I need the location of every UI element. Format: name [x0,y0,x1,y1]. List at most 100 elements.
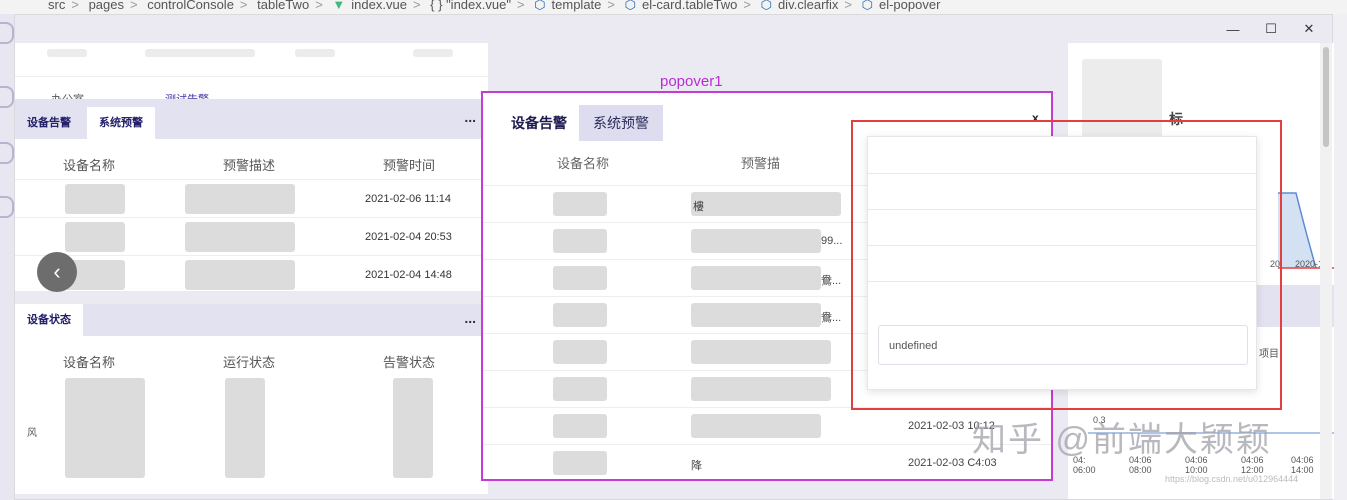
table-row[interactable]: 2021-02-03 10:12 [483,407,1051,444]
blurred-cell [691,377,831,401]
cube-icon: ⬡ [534,0,546,12]
breadcrumb-item[interactable]: template [552,0,602,12]
table-row[interactable]: 2021-02-04 20:53 [15,217,488,255]
column-header: 预警描 [741,156,781,171]
blurred-cell [145,49,255,57]
blurred-cell [295,49,335,57]
cell-time: 2021-02-06 11:14 [365,193,452,205]
maximize-button[interactable]: ☐ [1252,17,1290,41]
minimize-button[interactable]: — [1214,17,1252,41]
scrollbar-thumb[interactable] [1323,47,1329,147]
blurred-column [225,378,265,478]
vertical-scrollbar[interactable] [1320,43,1332,499]
column-header: 运行状态 [223,355,276,370]
table-row[interactable] [15,43,488,77]
time-tick-label: 04:06 14:00 [1291,455,1314,475]
search-icon[interactable] [0,22,14,44]
blurred-cell [553,192,607,216]
blurred-cell [553,303,607,327]
breadcrumb-separator: > [412,0,421,12]
blurred-cell [413,49,453,57]
extensions-icon[interactable] [0,196,14,218]
table-row[interactable]: 2021-02-06 11:14 [15,179,488,217]
blurred-cell [691,414,821,438]
blurred-cell [185,184,295,214]
column-header: 设备名称 [63,158,116,173]
source-control-icon[interactable] [0,86,14,108]
card-header: 设备告警 系统预警 ... [15,99,488,139]
tab-device-status[interactable]: 设备状态 [15,304,83,336]
table-header: 设备名称 运行状态 告警状态 [15,342,488,378]
cell-device-prefix: 风 [27,428,37,439]
run-debug-icon[interactable] [0,142,14,164]
cell-desc: 樓 [693,201,704,213]
breadcrumb-item[interactable]: { } "index.vue" [430,0,511,12]
column-header: 设备名称 [63,355,116,370]
cube-icon: ⬡ [624,0,636,12]
cell-desc: 鴦... [821,275,842,287]
highlight-box [851,120,1282,410]
cell-desc: 鴦... [821,312,842,324]
tab-device-alarm[interactable]: 设备告警 [497,105,581,141]
tab-system-warning[interactable]: 系统预警 [87,107,155,139]
vue-file-icon: ▼ [332,0,346,12]
card-header: 设备状态 ... [15,304,488,336]
breadcrumb-item[interactable]: pages [89,0,124,12]
breadcrumb-separator: > [315,0,323,12]
chevron-left-icon: ‹ [53,259,61,284]
close-window-button[interactable]: ✕ [1290,17,1328,41]
activity-bar [0,14,14,500]
more-button[interactable]: ... [464,310,476,326]
blurred-cell [553,414,607,438]
table-row[interactable]: 2021-02-04 14:48 [15,255,488,293]
breadcrumb-item[interactable]: el-card.tableTwo [642,0,737,12]
cell-time: 2021-02-04 14:48 [365,269,452,281]
column-header: 预警描述 [223,158,276,173]
blurred-cell [185,260,295,290]
breadcrumb-item[interactable]: tableTwo [257,0,309,12]
breadcrumb-separator: > [516,0,525,12]
blurred-column [393,378,433,478]
blurred-cell [691,340,831,364]
blurred-cell [553,340,607,364]
breadcrumb-item[interactable]: controlConsole [147,0,234,12]
breadcrumb-separator: > [844,0,852,12]
blurred-cell [691,229,821,253]
blurred-cell [691,192,841,216]
chart-area [1278,193,1316,268]
blurred-cell [47,49,87,57]
watermark: 知乎 @前端大颖颖 [972,421,1272,459]
blurred-cell [553,229,607,253]
blurred-cell [65,222,125,252]
blurred-cell [553,377,607,401]
breadcrumb-separator: > [129,0,138,12]
cell-time: 2021-02-04 20:53 [365,231,452,243]
breadcrumb-separator: > [743,0,751,12]
carousel-prev-button[interactable]: ‹ [37,252,77,292]
popover-annotation-label: popover1 [660,73,723,90]
blurred-column [65,378,145,478]
tab-device-alarm[interactable]: 设备告警 [15,107,83,139]
table-row[interactable]: 降 2021-02-03 C4:03 [483,444,1051,481]
more-button[interactable]: ... [464,109,476,125]
device-status-card: 设备状态 ... 设备名称 运行状态 告警状态 风 [15,304,488,494]
breadcrumb-separator: > [71,0,79,12]
window-controls: — ☐ ✕ [1214,17,1328,41]
breadcrumb-item[interactable]: el-popover [879,0,940,12]
cell-desc: 降 [691,460,702,472]
column-header: 告警状态 [383,355,436,370]
table-header: 设备名称 预警描述 预警时间 [15,145,488,181]
watermark-url: https://blog.csdn.net/u012964444 [1165,474,1299,484]
breadcrumb-item[interactable]: index.vue [351,0,407,12]
breadcrumb-item[interactable]: src [48,0,65,12]
breadcrumb-separator: > [239,0,248,12]
breadcrumb-separator: > [607,0,615,12]
breadcrumb-item[interactable]: div.clearfix [778,0,838,12]
tab-system-warning[interactable]: 系统预警 [579,105,663,141]
alarm-card: 设备告警 系统预警 ... 设备名称 预警描述 预警时间 2021-02-06 … [15,99,488,291]
column-header: 设备名称 [557,156,610,171]
blurred-cell [691,303,821,327]
blurred-cell [553,451,607,475]
blurred-cell [185,222,295,252]
blurred-cell [65,184,125,214]
